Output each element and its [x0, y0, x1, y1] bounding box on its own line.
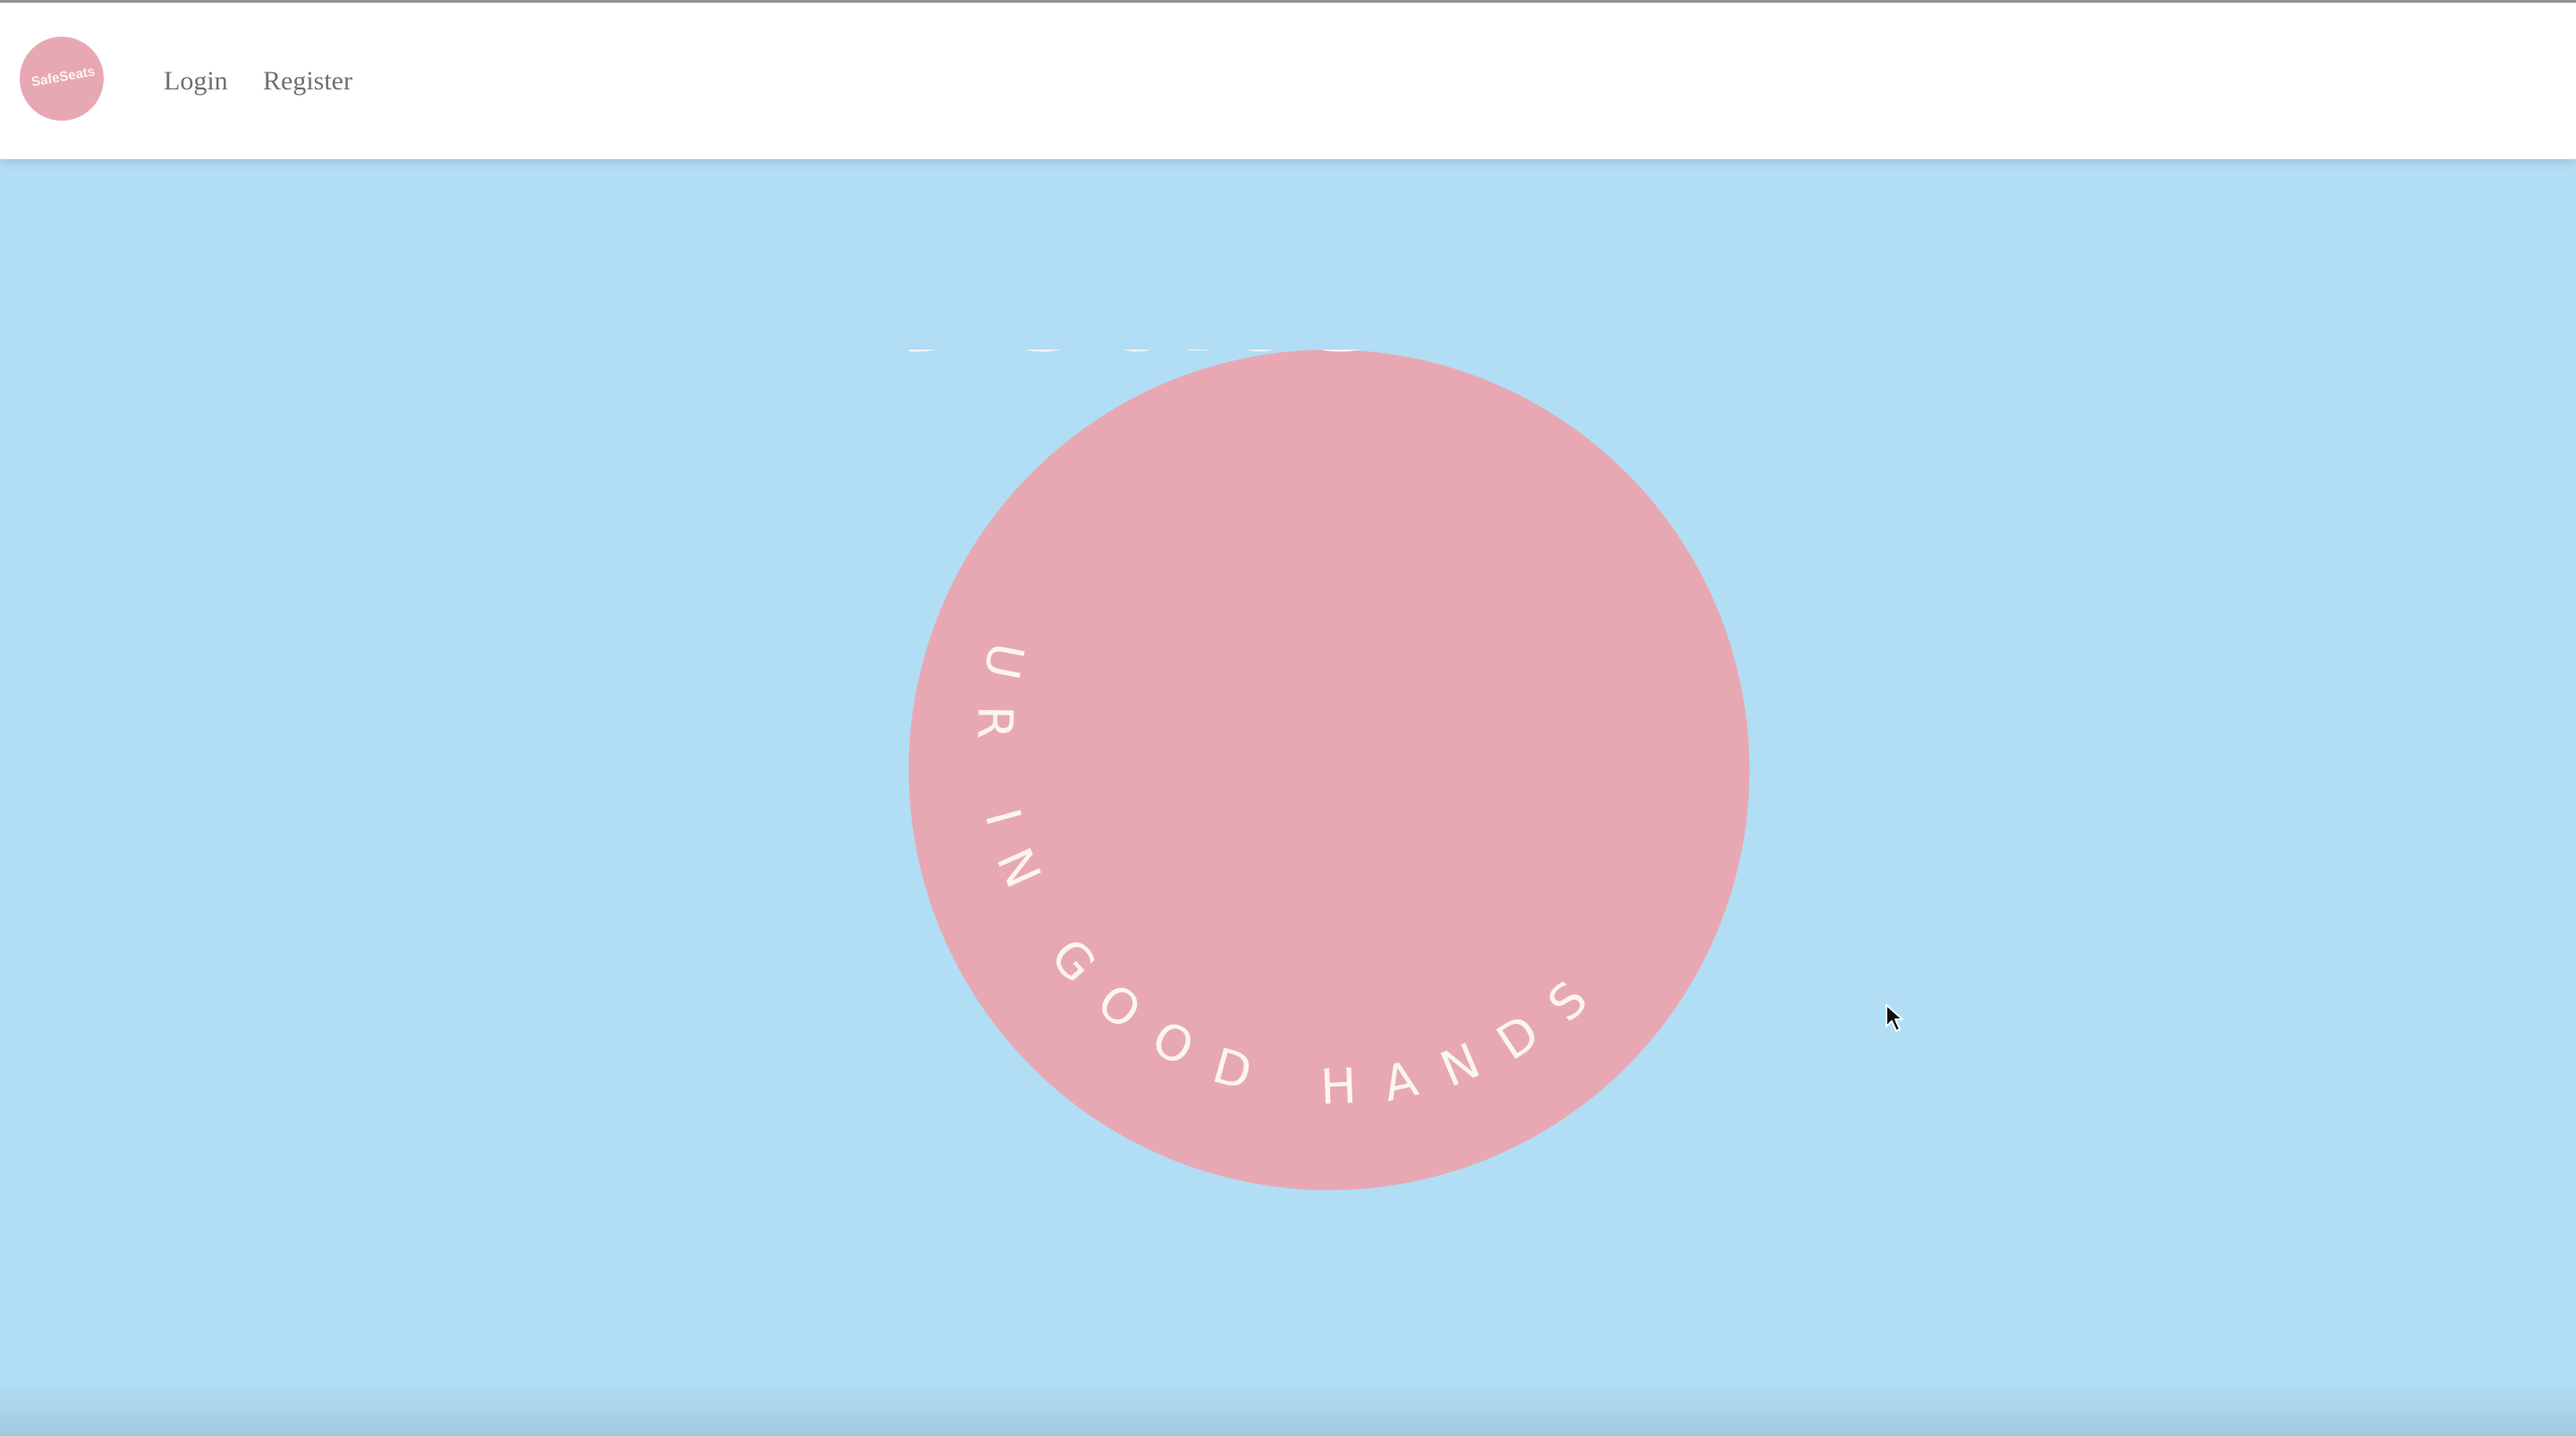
hero-section: SafeSeats UR IN GOOD HANDS [0, 159, 2576, 1436]
badge-brand-text: SafeSeats [909, 350, 1405, 394]
mouse-pointer-icon [1885, 1004, 1903, 1032]
top-navbar: SafeSeats Login Register [0, 0, 2576, 159]
safeseats-nav-logo[interactable]: SafeSeats [20, 37, 104, 121]
login-link[interactable]: Login [164, 63, 228, 99]
register-link[interactable]: Register [263, 63, 352, 99]
bottom-shade [0, 1382, 2576, 1436]
safeseats-badge-logo: SafeSeats UR IN GOOD HANDS [909, 350, 1750, 1190]
